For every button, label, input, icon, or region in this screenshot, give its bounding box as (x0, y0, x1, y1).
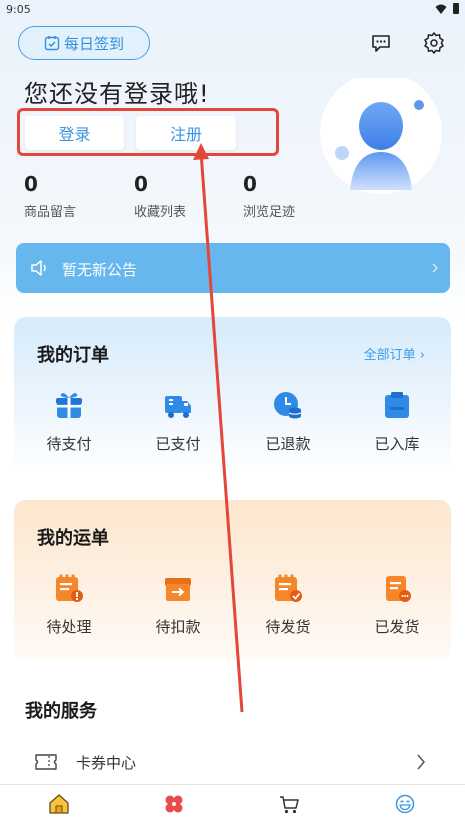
order-paid[interactable]: 已支付 (123, 389, 233, 454)
waybill-status-label: 已发货 (374, 618, 420, 636)
stat-label: 商品留言 (24, 205, 77, 220)
category-icon[interactable] (163, 793, 185, 815)
status-bar: 9:05 (0, 0, 465, 20)
order-status-label: 已退款 (265, 435, 311, 453)
waybill-status-label: 待发货 (265, 618, 311, 636)
shopping-cart-icon[interactable] (278, 793, 300, 815)
battery-icon (453, 3, 459, 14)
stat-label: 收藏列表 (134, 205, 187, 220)
order-pending-payment[interactable]: 待支付 (14, 389, 124, 454)
message-icon[interactable] (370, 32, 392, 54)
daily-checkin-label: 每日签到 (63, 34, 124, 53)
stat-favorites[interactable]: 0 收藏列表 (134, 172, 186, 220)
daily-checkin-button[interactable]: 每日签到 (18, 26, 150, 60)
coupon-icon (35, 754, 57, 770)
stat-value: 0 (24, 172, 38, 196)
services-title: 我的服务 (25, 701, 97, 722)
chevron-right-icon (417, 754, 425, 770)
register-button[interactable]: 注册 (136, 116, 236, 150)
all-orders-label: 全部订单 (363, 348, 416, 363)
stat-product-messages[interactable]: 0 商品留言 (24, 172, 76, 220)
service-item-coupon-center[interactable]: 卡券中心 (0, 740, 465, 784)
orders-card: 我的订单 全部订单 › 待支付 已支付 已退款 已入库 (14, 317, 451, 475)
stat-value: 0 (134, 172, 148, 196)
login-prompt-title: 您还没有登录哦! (24, 80, 210, 108)
calendar-check-icon (44, 36, 60, 51)
waybill-status-label: 待扣款 (155, 618, 201, 636)
waybill-title: 我的运单 (37, 528, 109, 549)
order-status-label: 已支付 (155, 435, 201, 453)
order-status-label: 待支付 (46, 435, 92, 453)
status-time: 9:05 (6, 3, 31, 16)
login-button[interactable]: 登录 (25, 116, 124, 150)
orders-title: 我的订单 (37, 345, 109, 366)
avatar[interactable] (318, 78, 448, 198)
announcement-text: 暂无新公告 (62, 261, 138, 279)
shipped-icon (386, 576, 411, 602)
stat-value: 0 (243, 172, 257, 196)
stat-browsing-history[interactable]: 0 浏览足迹 (243, 172, 295, 220)
speaker-icon (31, 260, 46, 276)
wifi-icon (435, 4, 447, 14)
profile-icon[interactable] (394, 793, 416, 815)
chevron-right-icon: › (419, 348, 425, 363)
waybill-status-label: 待处理 (46, 618, 92, 636)
home-icon[interactable] (48, 793, 70, 815)
waybill-to-ship[interactable]: 待发货 (233, 572, 343, 637)
order-status-label: 已入库 (374, 435, 420, 453)
order-refunded[interactable]: 已退款 (233, 389, 343, 454)
waybill-pending[interactable]: 待处理 (14, 572, 124, 637)
truck-icon (165, 396, 191, 418)
all-orders-link[interactable]: 全部订单 › (364, 344, 425, 363)
pending-icon (56, 574, 83, 602)
stat-label: 浏览足迹 (243, 205, 296, 220)
waybill-pending-deduction[interactable]: 待扣款 (123, 572, 233, 637)
gift-icon (56, 393, 82, 418)
waybill-card: 我的运单 待处理 待扣款 待发货 已发货 (14, 500, 451, 660)
to-ship-icon (275, 574, 302, 602)
bottom-tab-bar (0, 784, 465, 828)
deduct-icon (165, 578, 191, 601)
chevron-right-icon (432, 263, 438, 273)
order-warehoused[interactable]: 已入库 (342, 389, 452, 454)
warehouse-icon (385, 392, 409, 418)
announcement-bar[interactable]: 暂无新公告 (16, 243, 450, 293)
gear-icon[interactable] (423, 32, 445, 54)
service-item-label: 卡券中心 (76, 754, 137, 772)
refund-icon (274, 392, 302, 419)
waybill-shipped[interactable]: 已发货 (342, 572, 452, 637)
